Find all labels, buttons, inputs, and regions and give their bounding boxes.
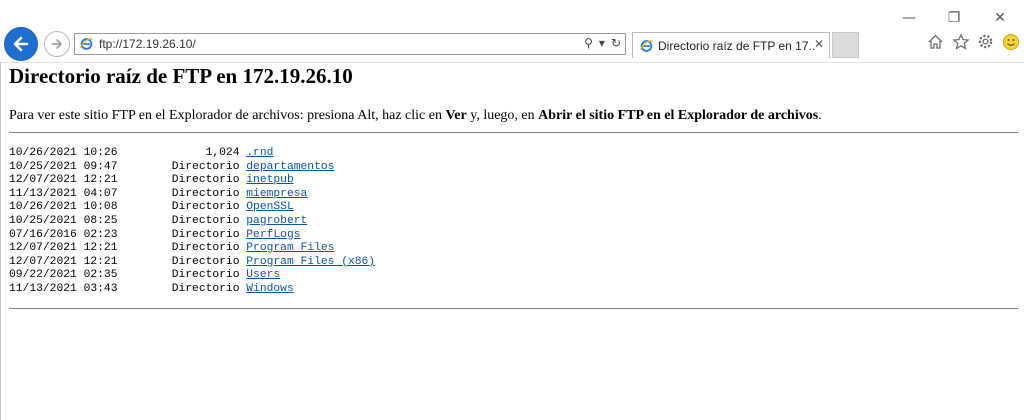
table-row: 11/13/2021 04:07 Directorio miempresa <box>9 188 375 202</box>
tab-active[interactable]: Directorio raíz de FTP en 17... ✕ <box>632 32 830 58</box>
instructions-part: y, luego, en <box>466 108 539 123</box>
chevron-down-icon[interactable]: ▾ <box>599 36 605 50</box>
new-tab-button[interactable] <box>832 32 859 58</box>
entry-link[interactable]: PerfLogs <box>246 229 300 241</box>
instructions-part: Para ver este sitio FTP en el Explorador… <box>9 108 446 123</box>
table-row: 11/13/2021 03:43 Directorio Windows <box>9 283 375 297</box>
entry-link[interactable]: OpenSSL <box>246 201 293 213</box>
table-row: 07/16/2016 02:23 Directorio PerfLogs <box>9 229 375 243</box>
directory-listing: 10/26/2021 10:26 1,024 .rnd 10/25/2021 09… <box>9 147 375 297</box>
entry-link[interactable]: Program Files (x86) <box>246 256 375 268</box>
tab-close-button[interactable]: ✕ <box>814 37 824 51</box>
entry-link[interactable]: .rnd <box>246 147 273 159</box>
ie-page-icon <box>639 38 654 58</box>
favorites-star-icon[interactable] <box>951 32 970 51</box>
forward-button[interactable] <box>44 31 70 57</box>
minimize-button[interactable]: — <box>897 8 921 28</box>
entry-meta: 09/22/2021 02:35 Directorio <box>9 269 247 282</box>
table-row: 12/07/2021 12:21 Directorio inetpub <box>9 174 375 188</box>
back-button[interactable] <box>4 27 38 61</box>
entry-meta: 10/25/2021 09:47 Directorio <box>9 160 247 173</box>
entry-link[interactable]: miempresa <box>246 188 307 200</box>
smiley-feedback-icon[interactable] <box>1001 32 1020 51</box>
arrow-right-icon <box>51 39 62 49</box>
entry-meta: 07/16/2016 02:23 Directorio <box>9 228 247 241</box>
entry-meta: 12/07/2021 12:21 Directorio <box>9 174 247 187</box>
entry-meta: 10/26/2021 10:26 1,024 <box>9 147 247 159</box>
entry-link[interactable]: inetpub <box>246 174 293 186</box>
entry-link[interactable]: pagrobert <box>246 215 307 227</box>
table-row: 10/26/2021 10:08 Directorio OpenSSL <box>9 201 375 215</box>
page-content: Directorio raíz de FTP en 172.19.26.10 P… <box>0 62 1024 420</box>
entry-meta: 12/07/2021 12:21 Directorio <box>9 255 247 268</box>
home-icon[interactable] <box>926 32 945 51</box>
entry-meta: 11/13/2021 03:43 Directorio <box>9 282 247 295</box>
divider <box>9 132 1018 133</box>
table-row: 12/07/2021 12:21 Directorio Program File… <box>9 242 375 256</box>
entry-link[interactable]: Users <box>246 269 280 281</box>
table-row: 12/07/2021 12:21 Directorio Program File… <box>9 256 375 270</box>
entry-meta: 12/07/2021 12:21 Directorio <box>9 242 247 255</box>
instructions-text: Para ver este sitio FTP en el Explorador… <box>9 108 822 124</box>
restore-button[interactable]: ❐ <box>942 8 966 28</box>
address-bar[interactable]: ftp://172.19.26.10/ ⚲ ▾ ↻ <box>74 33 626 55</box>
table-row: 10/25/2021 09:47 Directorio departamento… <box>9 161 375 175</box>
divider <box>9 308 1018 309</box>
entry-meta: 10/26/2021 10:08 Directorio <box>9 201 247 214</box>
table-row: 10/26/2021 10:26 1,024 .rnd <box>9 147 375 161</box>
entry-link[interactable]: Windows <box>246 283 293 295</box>
entry-link[interactable]: departamentos <box>246 161 334 173</box>
browser-chrome: — ❐ ✕ ftp://172.19.26.10/ ⚲ ▾ ↻ Director… <box>0 0 1024 63</box>
arrow-left-icon <box>13 36 29 52</box>
page-title: Directorio raíz de FTP en 172.19.26.10 <box>9 64 353 88</box>
refresh-icon[interactable]: ↻ <box>611 36 621 50</box>
table-row: 10/25/2021 08:25 Directorio pagrobert <box>9 215 375 229</box>
instructions-bold-ver: Ver <box>445 108 467 123</box>
close-window-button[interactable]: ✕ <box>988 8 1012 28</box>
entry-link[interactable]: Program Files <box>246 242 334 254</box>
address-url[interactable]: ftp://172.19.26.10/ <box>99 37 196 51</box>
entry-meta: 11/13/2021 04:07 Directorio <box>9 187 247 200</box>
ie-page-icon <box>79 36 94 56</box>
settings-gear-icon[interactable] <box>976 32 995 51</box>
instructions-part: . <box>818 108 822 123</box>
tab-title: Directorio raíz de FTP en 17... <box>658 39 814 53</box>
instructions-bold-open: Abrir el sitio FTP en el Explorador de a… <box>538 108 819 123</box>
search-icon[interactable]: ⚲ <box>584 36 593 50</box>
table-row: 09/22/2021 02:35 Directorio Users <box>9 269 375 283</box>
entry-meta: 10/25/2021 08:25 Directorio <box>9 214 247 227</box>
